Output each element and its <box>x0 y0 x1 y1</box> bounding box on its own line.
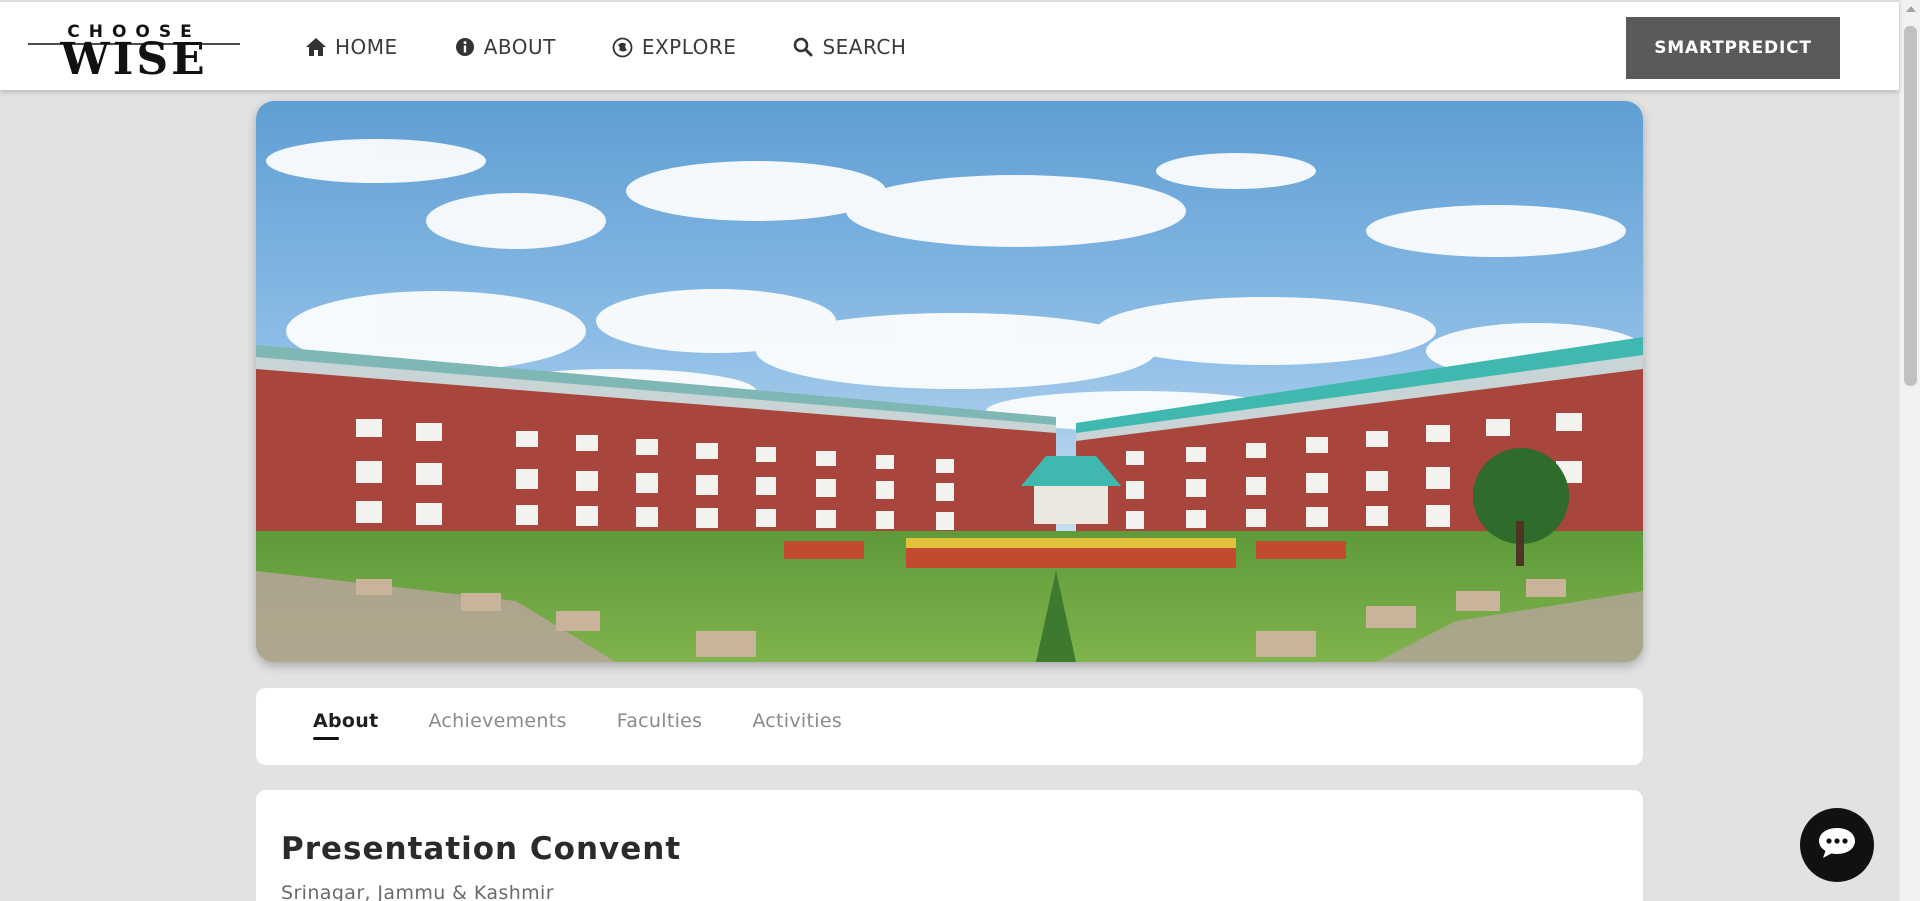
scroll-up-arrow-icon[interactable] <box>1906 6 1916 12</box>
smartpredict-button[interactable]: SMARTPREDICT <box>1626 17 1840 79</box>
chat-bubble-icon <box>1817 826 1857 864</box>
nav-about[interactable]: ABOUT <box>454 30 556 64</box>
page-scrollbar[interactable] <box>1899 0 1920 901</box>
nav-home-label: HOME <box>335 35 398 59</box>
home-icon <box>305 36 327 58</box>
school-name: Presentation Convent <box>281 831 682 867</box>
tab-about[interactable]: About <box>313 710 378 740</box>
main-nav: HOME ABOUT EXPLORE SEARCH <box>305 30 962 64</box>
school-tabs-card: About Achievements Faculties Activities <box>256 688 1643 765</box>
nav-about-label: ABOUT <box>483 35 556 59</box>
school-tabs: About Achievements Faculties Activities <box>313 710 892 740</box>
choosewise-logo[interactable]: CHOOSE WISE <box>26 22 242 76</box>
nav-explore-label: EXPLORE <box>641 35 737 59</box>
tab-activities[interactable]: Activities <box>752 710 842 738</box>
tab-achievements[interactable]: Achievements <box>428 710 566 738</box>
nav-search-label: SEARCH <box>822 35 907 59</box>
school-hero-image <box>256 101 1643 662</box>
svg-text:WISE: WISE <box>59 34 207 76</box>
nav-explore[interactable]: EXPLORE <box>612 30 737 64</box>
school-location: Srinagar, Jammu & Kashmir <box>281 882 554 901</box>
tab-faculties[interactable]: Faculties <box>617 710 703 738</box>
info-icon <box>454 36 476 58</box>
scrollbar-thumb[interactable] <box>1904 26 1917 386</box>
chat-button[interactable] <box>1800 808 1874 882</box>
school-info-card: Presentation Convent Srinagar, Jammu & K… <box>256 790 1643 901</box>
nav-home[interactable]: HOME <box>305 30 398 64</box>
nav-search[interactable]: SEARCH <box>792 30 906 64</box>
top-navbar: CHOOSE WISE HOME ABOUT EXPLORE SEARCH SM… <box>0 0 1899 90</box>
search-icon <box>792 36 814 58</box>
compass-icon <box>612 36 634 58</box>
